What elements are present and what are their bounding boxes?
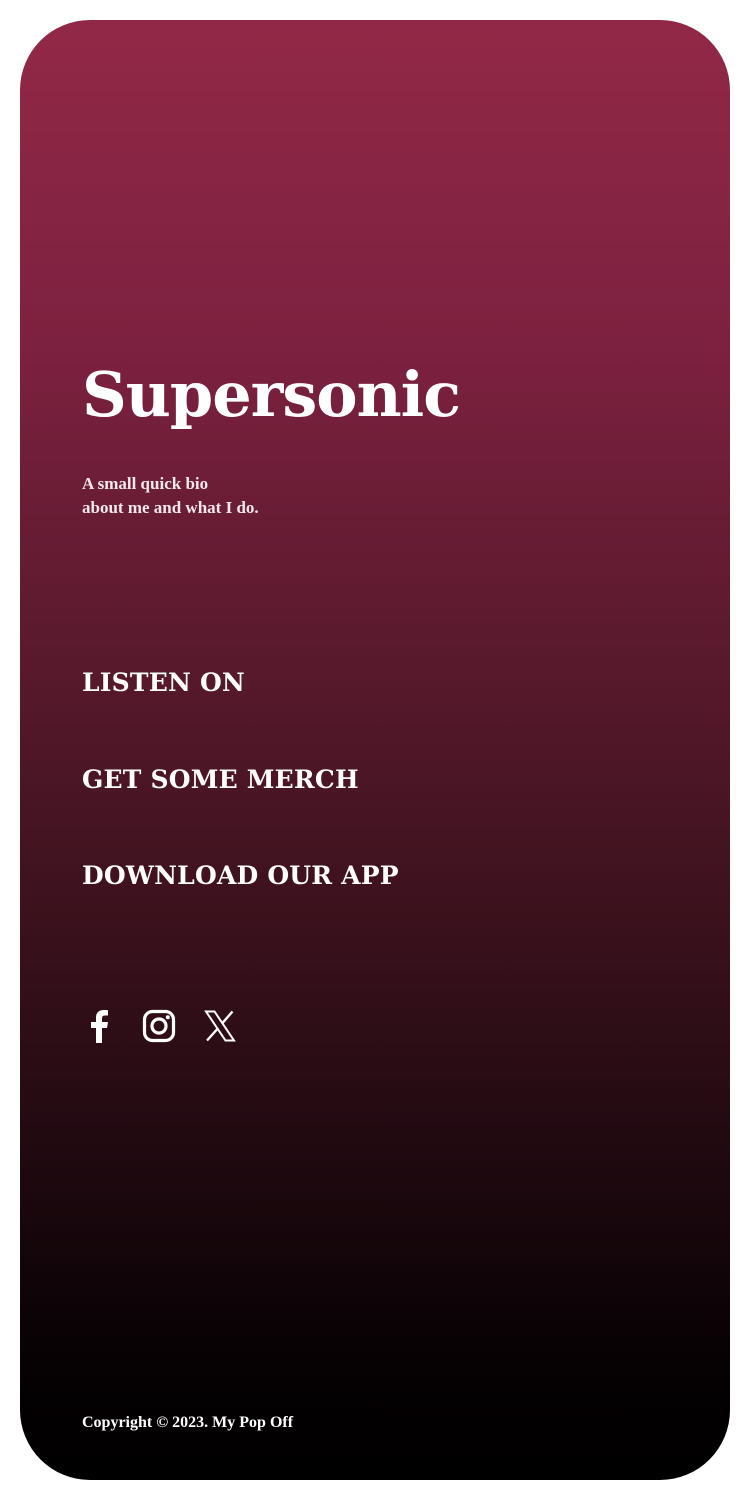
x-icon-glyph (204, 1010, 236, 1042)
x-icon[interactable] (200, 1006, 240, 1046)
page-title: Supersonic (82, 358, 461, 431)
copyright-text: Copyright © 2023. My Pop Off (82, 1414, 294, 1431)
instagram-icon[interactable] (139, 1006, 179, 1046)
bio-text: A small quick bio about me and what I do… (82, 472, 259, 520)
download-app-link[interactable]: DOWNLOAD OUR APP (82, 861, 399, 890)
get-merch-link[interactable]: GET SOME MERCH (82, 765, 359, 794)
profile-card: Supersonic A small quick bio about me an… (20, 20, 730, 1480)
facebook-icon-glyph (91, 1010, 108, 1043)
bio-line-2: about me and what I do. (82, 498, 259, 517)
facebook-icon[interactable] (79, 1006, 119, 1046)
instagram-icon-glyph (142, 1009, 176, 1043)
listen-on-link[interactable]: LISTEN ON (82, 668, 245, 697)
bio-line-1: A small quick bio (82, 474, 209, 493)
